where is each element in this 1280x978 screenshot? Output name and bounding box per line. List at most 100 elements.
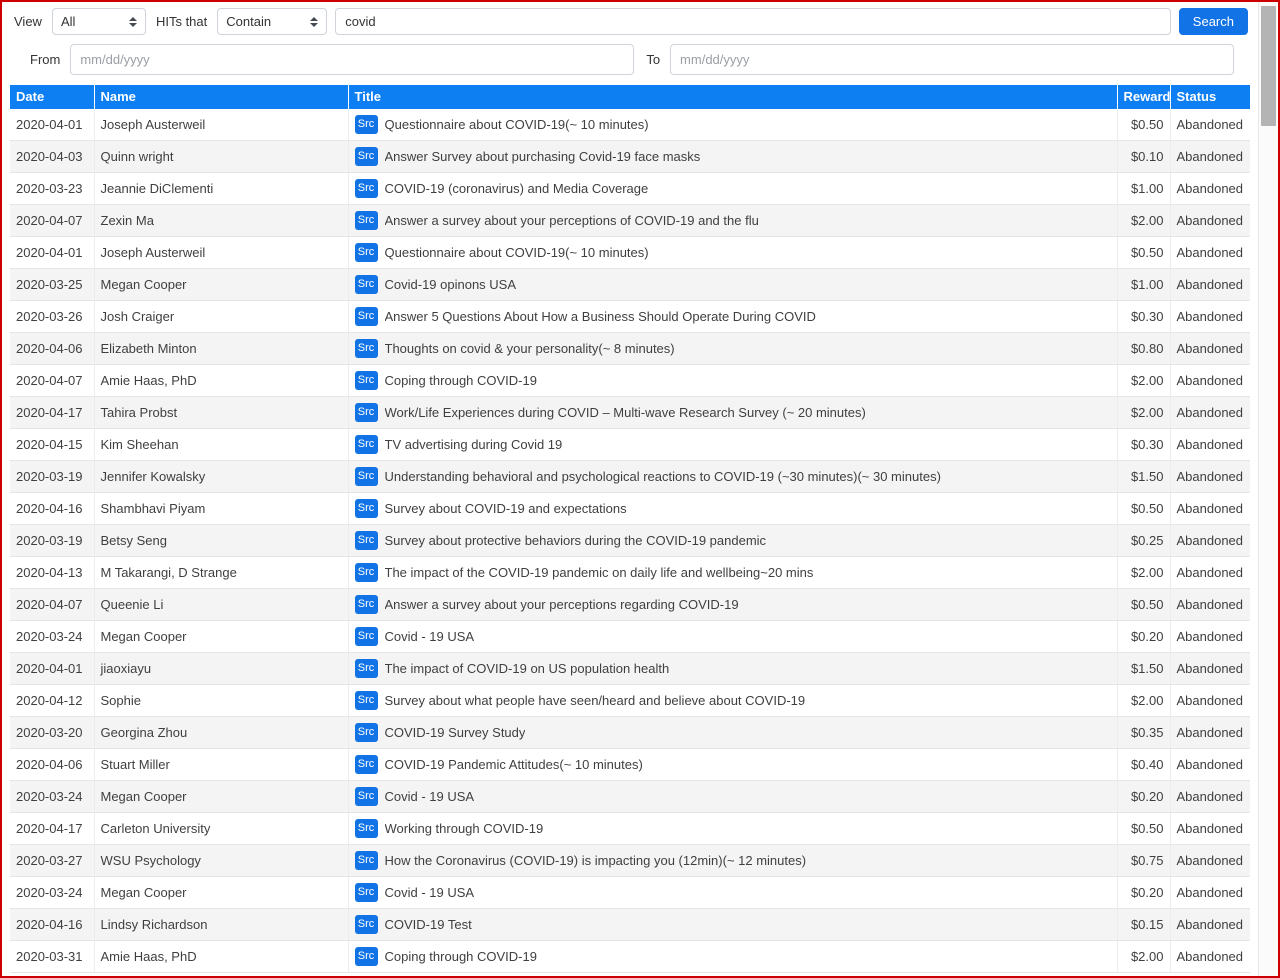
to-date-input[interactable] bbox=[670, 44, 1234, 75]
table-row[interactable]: 2020-04-16Lindsy RichardsonSrcCOVID-19 T… bbox=[10, 909, 1250, 941]
src-link-badge[interactable]: Src bbox=[355, 595, 378, 614]
window-scrollbar[interactable] bbox=[1258, 2, 1278, 976]
cell-title: SrcCOVID-19 (coronavirus) and Media Cove… bbox=[348, 173, 1117, 205]
table-row[interactable]: 2020-04-01Joseph AusterweilSrcQuestionna… bbox=[10, 237, 1250, 269]
src-link-badge[interactable]: Src bbox=[355, 947, 378, 966]
cell-title: SrcCovid - 19 USA bbox=[348, 621, 1117, 653]
table-row[interactable]: 2020-03-31Amie Haas, PhDSrcCoping throug… bbox=[10, 941, 1250, 973]
table-row[interactable]: 2020-04-17Tahira ProbstSrcWork/Life Expe… bbox=[10, 397, 1250, 429]
column-header-reward[interactable]: Reward bbox=[1117, 85, 1170, 109]
src-link-badge[interactable]: Src bbox=[355, 659, 378, 678]
hit-title-text: Coping through COVID-19 bbox=[385, 949, 537, 964]
src-link-badge[interactable]: Src bbox=[355, 819, 378, 838]
hit-title-text: Coping through COVID-19 bbox=[385, 373, 537, 388]
table-row[interactable]: 2020-04-07Queenie LiSrcAnswer a survey a… bbox=[10, 589, 1250, 621]
table-row[interactable]: 2020-04-07Amie Haas, PhDSrcCoping throug… bbox=[10, 365, 1250, 397]
table-row[interactable]: 2020-04-17Carleton UniversitySrcWorking … bbox=[10, 813, 1250, 845]
cell-reward: $1.00 bbox=[1117, 269, 1170, 301]
page-viewport: View All HITs that Contain bbox=[2, 2, 1258, 976]
src-link-badge[interactable]: Src bbox=[355, 179, 378, 198]
src-link-badge[interactable]: Src bbox=[355, 627, 378, 646]
table-row[interactable]: 2020-04-01jiaoxiayuSrcThe impact of COVI… bbox=[10, 653, 1250, 685]
column-header-status[interactable]: Status bbox=[1170, 85, 1250, 109]
table-row[interactable]: 2020-04-07Zexin MaSrcAnswer a survey abo… bbox=[10, 205, 1250, 237]
table-row[interactable]: 2020-03-25Megan CooperSrcCovid-19 opinon… bbox=[10, 269, 1250, 301]
cell-reward: $0.50 bbox=[1117, 109, 1170, 141]
table-row[interactable]: 2020-03-27WSU PsychologySrcHow the Coron… bbox=[10, 845, 1250, 877]
table-row[interactable]: 2020-03-23Jeannie DiClementiSrcCOVID-19 … bbox=[10, 173, 1250, 205]
table-row[interactable]: 2020-04-06Elizabeth MintonSrcThoughts on… bbox=[10, 333, 1250, 365]
table-row[interactable]: 2020-03-19Betsy SengSrcSurvey about prot… bbox=[10, 525, 1250, 557]
cell-reward: $0.20 bbox=[1117, 781, 1170, 813]
search-button[interactable]: Search bbox=[1179, 8, 1248, 35]
title-cell-content: SrcCovid-19 opinons USA bbox=[355, 275, 1111, 294]
table-row[interactable]: 2020-03-20Georgina ZhouSrcCOVID-19 Surve… bbox=[10, 717, 1250, 749]
title-cell-content: SrcSurvey about what people have seen/he… bbox=[355, 691, 1111, 710]
cell-reward: $0.40 bbox=[1117, 749, 1170, 781]
cell-title: SrcAnswer Survey about purchasing Covid-… bbox=[348, 141, 1117, 173]
view-select[interactable]: All bbox=[52, 8, 146, 35]
cell-title: SrcCOVID-19 Test bbox=[348, 909, 1117, 941]
src-link-badge[interactable]: Src bbox=[355, 723, 378, 742]
title-cell-content: SrcAnswer 5 Questions About How a Busine… bbox=[355, 307, 1111, 326]
title-cell-content: SrcCovid - 19 USA bbox=[355, 883, 1111, 902]
src-link-badge[interactable]: Src bbox=[355, 147, 378, 166]
src-link-badge[interactable]: Src bbox=[355, 275, 378, 294]
cell-title: SrcThoughts on covid & your personality(… bbox=[348, 333, 1117, 365]
title-cell-content: Src COVID-19 Survey Study bbox=[355, 723, 1111, 742]
column-header-title[interactable]: Title bbox=[348, 85, 1117, 109]
cell-status: Abandoned bbox=[1170, 269, 1250, 301]
src-link-badge[interactable]: Src bbox=[355, 915, 378, 934]
scrollbar-thumb[interactable] bbox=[1261, 6, 1276, 126]
cell-date: 2020-04-15 bbox=[10, 429, 94, 461]
table-row[interactable]: 2020-04-15Kim SheehanSrcTV advertising d… bbox=[10, 429, 1250, 461]
src-link-badge[interactable]: Src bbox=[355, 211, 378, 230]
src-link-badge[interactable]: Src bbox=[355, 467, 378, 486]
src-link-badge[interactable]: Src bbox=[355, 435, 378, 454]
src-link-badge[interactable]: Src bbox=[355, 243, 378, 262]
src-link-badge[interactable]: Src bbox=[355, 403, 378, 422]
cell-title: SrcHow the Coronavirus (COVID-19) is imp… bbox=[348, 845, 1117, 877]
src-link-badge[interactable]: Src bbox=[355, 115, 378, 134]
to-label: To bbox=[642, 52, 662, 67]
table-row[interactable]: 2020-03-24Megan CooperSrcCovid - 19 USA$… bbox=[10, 877, 1250, 909]
cell-reward: $1.50 bbox=[1117, 461, 1170, 493]
column-header-date[interactable]: Date bbox=[10, 85, 94, 109]
table-row[interactable]: 2020-04-13M Takarangi, D StrangeSrcThe i… bbox=[10, 557, 1250, 589]
src-link-badge[interactable]: Src bbox=[355, 883, 378, 902]
hit-title-text: Questionnaire about COVID-19(~ 10 minute… bbox=[385, 117, 649, 132]
table-row[interactable]: 2020-03-24Megan CooperSrcCovid - 19 USA$… bbox=[10, 621, 1250, 653]
table-row[interactable]: 2020-04-03Quinn wrightSrcAnswer Survey a… bbox=[10, 141, 1250, 173]
src-link-badge[interactable]: Src bbox=[355, 691, 378, 710]
table-row[interactable]: 2020-03-26Josh CraigerSrcAnswer 5 Questi… bbox=[10, 301, 1250, 333]
hit-title-text: COVID-19 Survey Study bbox=[385, 725, 526, 740]
table-row[interactable]: 2020-03-24Megan CooperSrcCovid - 19 USA$… bbox=[10, 781, 1250, 813]
cell-title: SrcAnswer a survey about your perception… bbox=[348, 589, 1117, 621]
src-link-badge[interactable]: Src bbox=[355, 339, 378, 358]
match-type-select[interactable]: Contain bbox=[217, 8, 327, 35]
src-link-badge[interactable]: Src bbox=[355, 499, 378, 518]
view-select-wrapper: All bbox=[52, 8, 146, 35]
table-row[interactable]: 2020-04-06Stuart MillerSrcCOVID-19 Pande… bbox=[10, 749, 1250, 781]
table-row[interactable]: 2020-04-12SophieSrcSurvey about what peo… bbox=[10, 685, 1250, 717]
cell-status: Abandoned bbox=[1170, 205, 1250, 237]
cell-reward: $2.00 bbox=[1117, 397, 1170, 429]
hit-title-text: Answer a survey about your perceptions o… bbox=[385, 213, 759, 228]
src-link-badge[interactable]: Src bbox=[355, 787, 378, 806]
from-date-input[interactable] bbox=[70, 44, 634, 75]
cell-status: Abandoned bbox=[1170, 461, 1250, 493]
cell-title: Src Coping through COVID-19 bbox=[348, 365, 1117, 397]
table-row[interactable]: 2020-04-01Joseph AusterweilSrcQuestionna… bbox=[10, 109, 1250, 141]
src-link-badge[interactable]: Src bbox=[355, 371, 378, 390]
column-header-name[interactable]: Name bbox=[94, 85, 348, 109]
table-row[interactable]: 2020-03-19Jennifer KowalskySrcUnderstand… bbox=[10, 461, 1250, 493]
search-input[interactable] bbox=[335, 8, 1171, 35]
cell-requester-name: WSU Psychology bbox=[94, 845, 348, 877]
src-link-badge[interactable]: Src bbox=[355, 755, 378, 774]
src-link-badge[interactable]: Src bbox=[355, 563, 378, 582]
src-link-badge[interactable]: Src bbox=[355, 531, 378, 550]
table-row[interactable]: 2020-04-16Shambhavi PiyamSrcSurvey about… bbox=[10, 493, 1250, 525]
cell-requester-name: jiaoxiayu bbox=[94, 653, 348, 685]
src-link-badge[interactable]: Src bbox=[355, 851, 378, 870]
src-link-badge[interactable]: Src bbox=[355, 307, 378, 326]
